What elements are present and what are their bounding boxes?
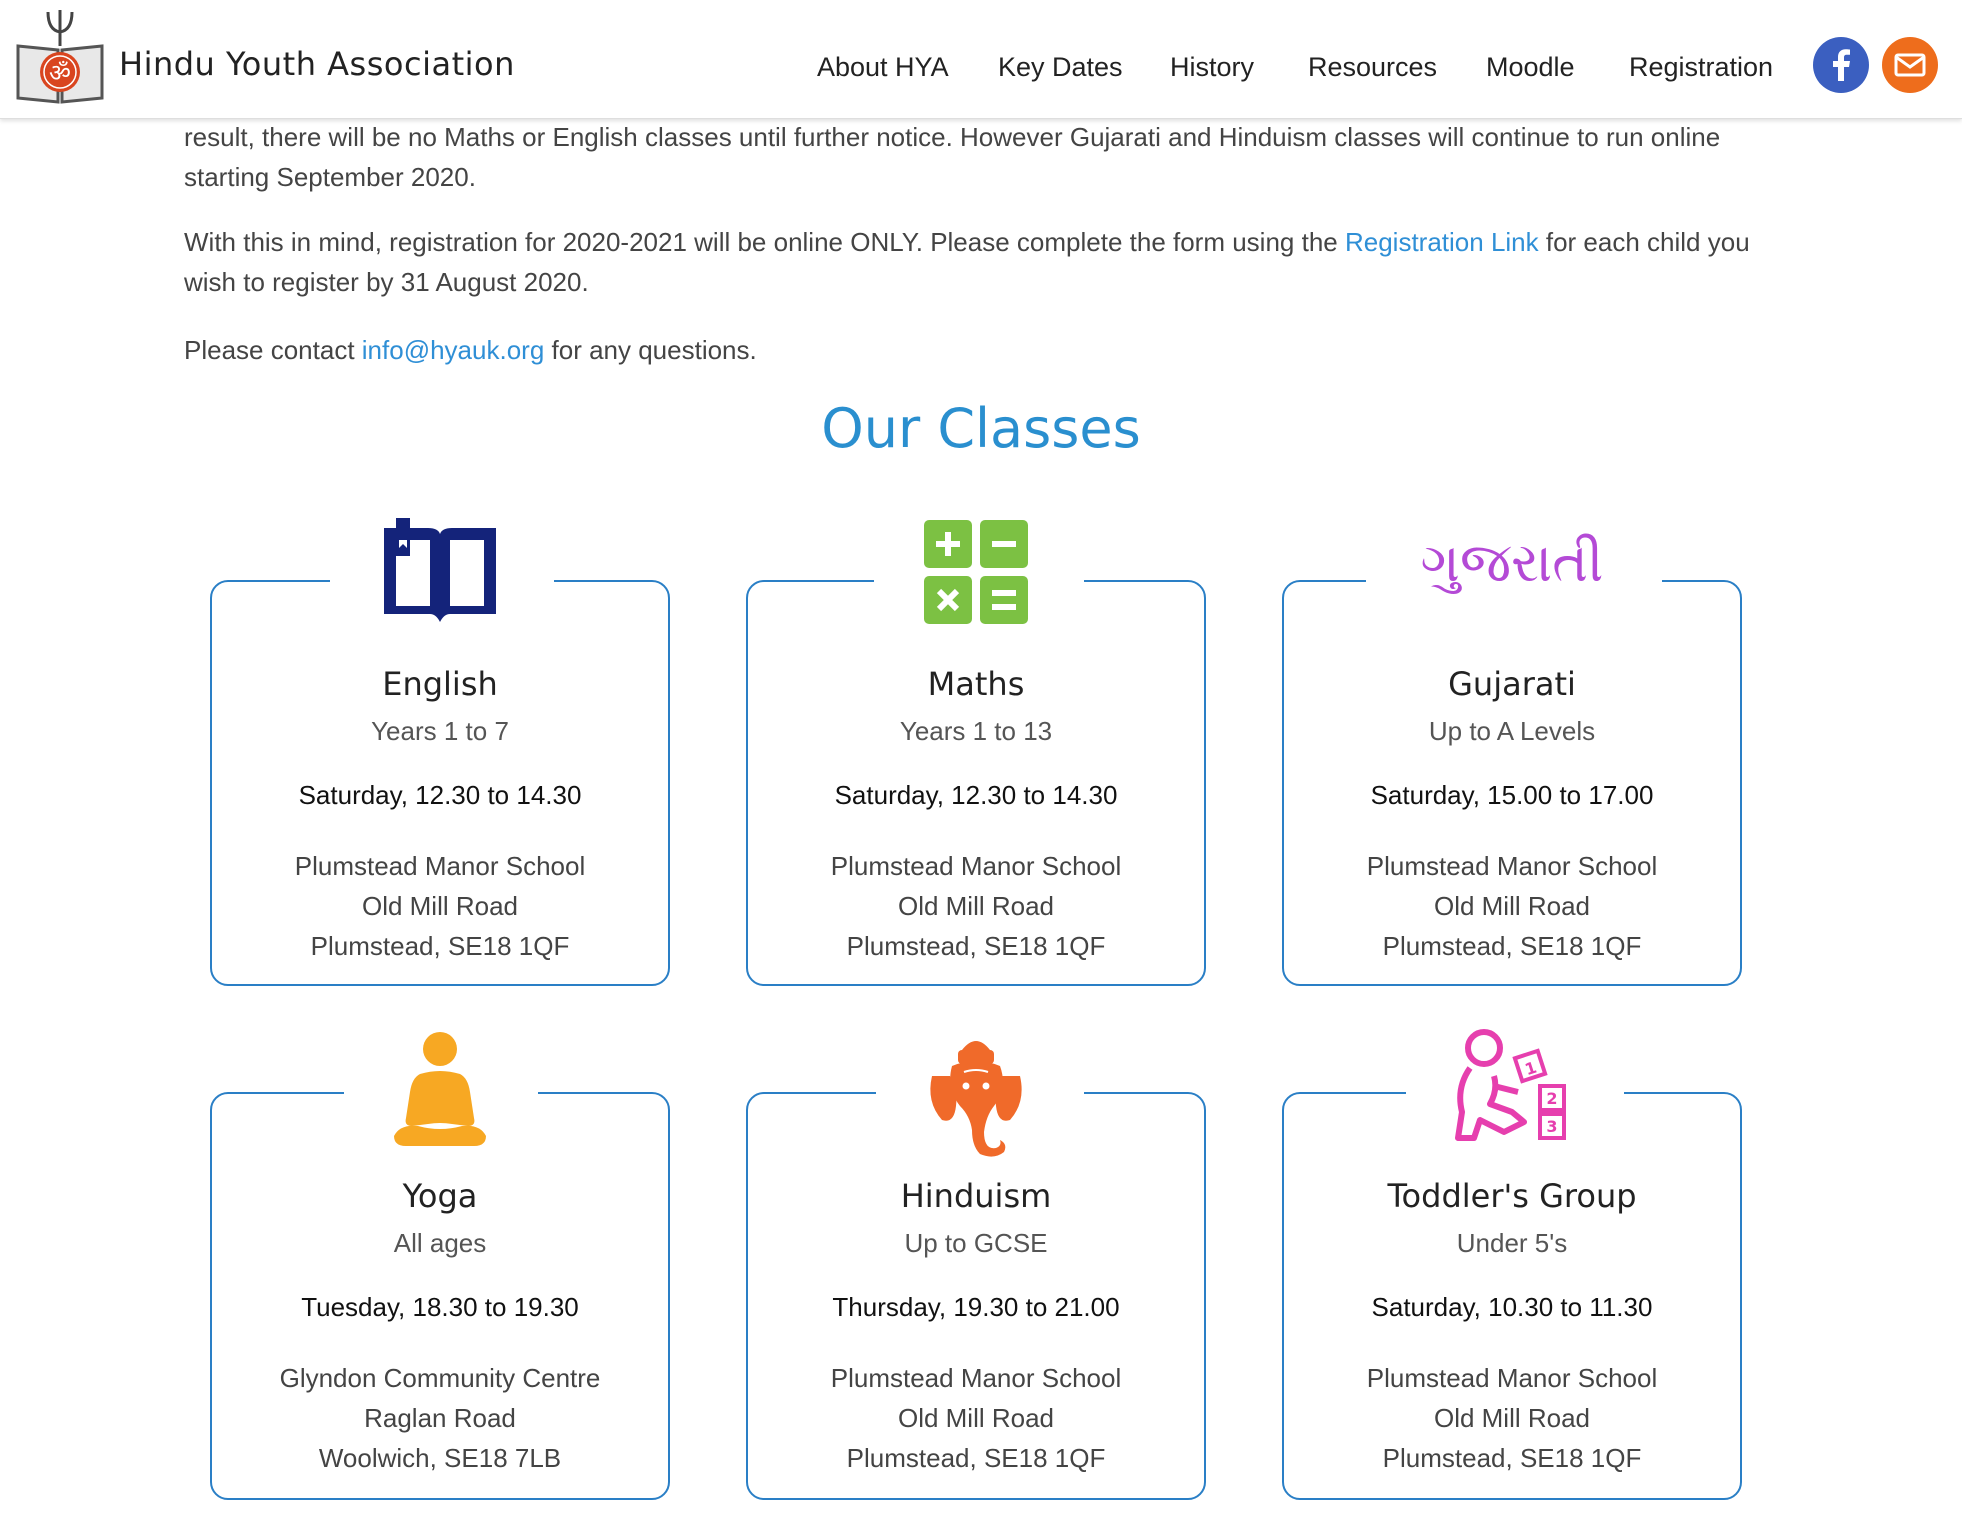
class-level: All ages [393, 1228, 487, 1258]
address-line: Plumstead Manor School [830, 851, 1122, 881]
site-brand[interactable]: Hindu Youth Association [119, 48, 515, 80]
class-level: Up to A Levels [1428, 716, 1596, 746]
meditation-icon [390, 1032, 490, 1161]
calculator-icon [924, 520, 1028, 629]
address-line: Old Mill Road [1433, 891, 1591, 921]
section-title: Our Classes [821, 397, 1141, 460]
gujarati-script-icon: ગુજરાતી [1397, 536, 1627, 590]
registration-link[interactable]: Registration Link [1345, 227, 1539, 257]
svg-text:ॐ: ॐ [49, 59, 71, 87]
class-level: Up to GCSE [904, 1228, 1048, 1258]
nav-registration[interactable]: Registration [1629, 54, 1773, 81]
email-link[interactable]: info@hyauk.org [362, 335, 545, 365]
class-card-english: English Years 1 to 7 Saturday, 12.30 to … [210, 518, 670, 986]
intro-text: Please contact [184, 335, 362, 365]
class-address: Plumstead Manor School Old Mill Road Plu… [212, 846, 668, 966]
hya-logo[interactable]: ॐ [14, 6, 106, 106]
intro-paragraph-3: Please contact info@hyauk.org for any qu… [184, 330, 1784, 370]
address-line: Plumstead, SE18 1QF [310, 931, 570, 961]
class-title: Toddler's Group [1387, 1177, 1637, 1215]
svg-text:3: 3 [1546, 1117, 1557, 1136]
class-address: Plumstead Manor School Old Mill Road Plu… [748, 1358, 1204, 1478]
toddler-blocks-icon: 1 2 3 [1452, 1028, 1572, 1151]
address-line: Plumstead Manor School [1366, 851, 1658, 881]
address-line: Plumstead, SE18 1QF [846, 1443, 1106, 1473]
email-button[interactable] [1882, 37, 1938, 93]
class-title: Maths [927, 665, 1025, 703]
class-level: Years 1 to 7 [371, 716, 509, 746]
address-line: Old Mill Road [897, 1403, 1055, 1433]
class-time: Tuesday, 18.30 to 19.30 [301, 1292, 579, 1322]
class-level: Under 5's [1456, 1228, 1568, 1258]
nav-moodle[interactable]: Moodle [1486, 54, 1575, 81]
nav-resources[interactable]: Resources [1308, 54, 1437, 81]
class-title: Yoga [402, 1177, 478, 1215]
address-line: Raglan Road [364, 1403, 516, 1433]
class-address: Plumstead Manor School Old Mill Road Plu… [1284, 1358, 1740, 1478]
intro-paragraph-1: result, there will be no Maths or Englis… [184, 122, 1721, 192]
intro-text: for any questions. [544, 335, 757, 365]
site-header: ॐ Hindu Youth Association About HYA Key … [0, 0, 1962, 119]
nav-about-hya[interactable]: About HYA [817, 54, 949, 81]
address-line: Woolwich, SE18 7LB [318, 1443, 562, 1473]
address-line: Plumstead, SE18 1QF [846, 931, 1106, 961]
address-line: Plumstead Manor School [294, 851, 586, 881]
class-time: Saturday, 12.30 to 14.30 [298, 780, 582, 810]
address-line: Plumstead Manor School [1366, 1363, 1658, 1393]
address-line: Glyndon Community Centre [279, 1363, 601, 1393]
address-line: Plumstead, SE18 1QF [1382, 931, 1642, 961]
class-time: Thursday, 19.30 to 21.00 [832, 1292, 1120, 1322]
class-card-gujarati: ગુજરાતી Gujarati Up to A Levels Saturday… [1282, 536, 1742, 986]
gujarati-script-text: ગુજરાતી [1420, 531, 1604, 594]
class-title: Hinduism [900, 1177, 1052, 1215]
address-line: Old Mill Road [1433, 1403, 1591, 1433]
class-card-hinduism: Hinduism Up to GCSE Thursday, 19.30 to 2… [746, 1041, 1206, 1500]
class-level: Years 1 to 13 [899, 716, 1053, 746]
address-line: Plumstead Manor School [830, 1363, 1122, 1393]
om-book-logo-icon: ॐ [16, 10, 104, 104]
svg-text:2: 2 [1546, 1089, 1557, 1108]
nav-key-dates[interactable]: Key Dates [998, 54, 1123, 81]
class-card-yoga: Yoga All ages Tuesday, 18.30 to 19.30 Gl… [210, 1032, 670, 1500]
address-line: Plumstead, SE18 1QF [1382, 1443, 1642, 1473]
svg-text:1: 1 [1523, 1058, 1539, 1080]
facebook-button[interactable] [1813, 37, 1869, 93]
class-time: Saturday, 12.30 to 14.30 [834, 780, 1118, 810]
mail-icon [1894, 53, 1926, 77]
intro-text: With this in mind, registration for 2020… [184, 227, 1345, 257]
class-title: Gujarati [1448, 665, 1576, 703]
class-address: Glyndon Community Centre Raglan Road Woo… [212, 1358, 668, 1478]
address-line: Old Mill Road [897, 891, 1055, 921]
intro-paragraph-2: With this in mind, registration for 2020… [184, 222, 1784, 302]
class-card-toddlers: 1 2 3 Toddler's Group Under 5's Saturday… [1282, 1029, 1742, 1500]
address-line: Old Mill Road [361, 891, 519, 921]
nav-history[interactable]: History [1170, 54, 1254, 81]
facebook-icon [1833, 49, 1850, 81]
class-title: English [382, 665, 498, 703]
class-address: Plumstead Manor School Old Mill Road Plu… [748, 846, 1204, 966]
class-address: Plumstead Manor School Old Mill Road Plu… [1284, 846, 1740, 966]
class-time: Saturday, 10.30 to 11.30 [1371, 1292, 1653, 1322]
ganesha-icon [924, 1032, 1028, 1163]
book-icon [378, 518, 502, 629]
class-card-maths: Maths Years 1 to 13 Saturday, 12.30 to 1… [746, 520, 1206, 986]
class-time: Saturday, 15.00 to 17.00 [1370, 780, 1654, 810]
